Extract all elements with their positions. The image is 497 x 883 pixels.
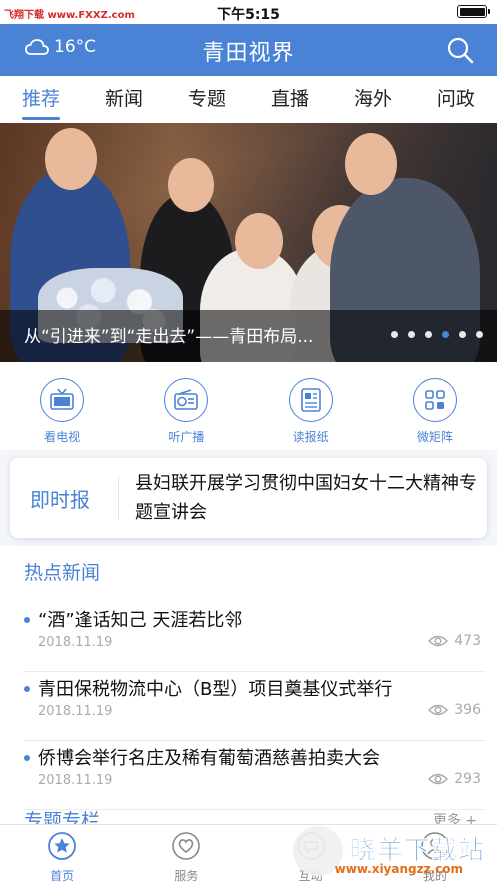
radio-icon bbox=[164, 378, 209, 422]
carousel-dot[interactable] bbox=[408, 331, 415, 338]
carousel-dots bbox=[391, 331, 483, 338]
status-time: 下午5:15 bbox=[217, 7, 280, 23]
bullet-dot bbox=[24, 755, 30, 761]
quick-menu: 看电视 听广播 读报纸 微矩阵 bbox=[0, 362, 497, 450]
news-title: “酒”逢话知己 天涯若比邻 bbox=[38, 610, 243, 631]
news-item[interactable]: 青田保税物流中心（B型）项目奠基仪式举行 2018.11.19 396 bbox=[0, 673, 497, 741]
view-count: 396 bbox=[428, 702, 481, 718]
quick-item-tv[interactable]: 看电视 bbox=[22, 378, 102, 450]
hot-news-title: 热点新闻 bbox=[24, 562, 101, 584]
search-icon[interactable] bbox=[445, 35, 475, 65]
quick-item-newspaper[interactable]: 读报纸 bbox=[271, 378, 351, 450]
banner-caption: 从“引进来”到“走出去”——青田布局... bbox=[24, 327, 314, 347]
quick-item-matrix[interactable]: 微矩阵 bbox=[395, 378, 475, 450]
news-date: 2018.11.19 bbox=[38, 704, 113, 719]
nav-services[interactable]: 服务 bbox=[124, 825, 248, 883]
newspaper-icon bbox=[288, 378, 333, 422]
quick-label: 听广播 bbox=[168, 430, 205, 444]
quick-label: 读报纸 bbox=[292, 430, 329, 444]
banner-caption-bar: 从“引进来”到“走出去”——青田布局... bbox=[0, 310, 497, 362]
nav-home[interactable]: 首页 bbox=[0, 825, 124, 883]
tv-icon bbox=[40, 378, 85, 422]
status-bar: 飞翔下载 www.FXXZ.com 下午5:15 bbox=[0, 0, 497, 24]
flash-news-label: 即时报 bbox=[30, 488, 90, 512]
carousel-dot[interactable] bbox=[476, 331, 483, 338]
news-title: 侨博会举行名庄及稀有葡萄酒慈善拍卖大会 bbox=[38, 748, 380, 769]
banner-carousel[interactable]: 从“引进来”到“走出去”——青田布局... bbox=[0, 123, 497, 362]
quick-item-radio[interactable]: 听广播 bbox=[146, 378, 226, 450]
tab-news[interactable]: 新闻 bbox=[105, 76, 143, 123]
watermark-sub: www.xiyangzz.com bbox=[334, 862, 463, 876]
carousel-dot-active[interactable] bbox=[442, 331, 449, 338]
tab-recommend[interactable]: 推荐 bbox=[22, 76, 61, 123]
divider bbox=[118, 476, 119, 520]
view-count-value: 396 bbox=[454, 702, 481, 718]
news-item[interactable]: “酒”逢话知己 天涯若比邻 2018.11.19 473 bbox=[0, 604, 497, 672]
tab-topics[interactable]: 专题 bbox=[188, 76, 226, 123]
view-count: 473 bbox=[428, 633, 481, 649]
app-screen: 飞翔下载 www.FXXZ.com 下午5:15 16°C 青田视界 推荐 新闻… bbox=[0, 0, 497, 883]
carousel-dot[interactable] bbox=[459, 331, 466, 338]
grid-icon bbox=[412, 378, 457, 422]
hot-news-section: 热点新闻 “酒”逢话知己 天涯若比邻 2018.11.19 473 青田保税物流… bbox=[0, 546, 497, 836]
news-item[interactable]: 侨博会举行名庄及稀有葡萄酒慈善拍卖大会 2018.11.19 293 bbox=[0, 742, 497, 810]
quick-label: 看电视 bbox=[44, 430, 81, 444]
battery-icon bbox=[457, 5, 490, 18]
tab-politics[interactable]: 问政 bbox=[437, 76, 475, 123]
nav-label: 首页 bbox=[50, 869, 75, 883]
news-date: 2018.11.19 bbox=[38, 773, 113, 788]
photo-face bbox=[168, 158, 214, 212]
photo-face bbox=[235, 213, 283, 269]
view-count: 293 bbox=[428, 771, 481, 787]
quick-label: 微矩阵 bbox=[416, 430, 453, 444]
carousel-dot[interactable] bbox=[391, 331, 398, 338]
photo-face bbox=[345, 133, 397, 195]
eye-icon bbox=[428, 704, 449, 716]
news-title: 青田保税物流中心（B型）项目奠基仪式举行 bbox=[38, 679, 393, 700]
news-date: 2018.11.19 bbox=[38, 635, 113, 650]
flash-news-card[interactable]: 即时报 县妇联开展学习贯彻中国妇女十二大精神专题宣讲会 bbox=[10, 458, 487, 538]
watermark-bottom: 晓羊下载站 www.xiyangzz.com bbox=[293, 826, 493, 882]
star-icon bbox=[48, 832, 77, 860]
eye-icon bbox=[428, 773, 449, 785]
app-title: 青田视界 bbox=[202, 41, 295, 66]
nav-label: 服务 bbox=[174, 869, 199, 883]
photo-face bbox=[45, 128, 97, 190]
category-tabs: 推荐 新闻 专题 直播 海外 问政 bbox=[0, 76, 497, 123]
app-header: 16°C 青田视界 bbox=[0, 24, 497, 76]
view-count-value: 293 bbox=[454, 771, 481, 787]
carousel-dot[interactable] bbox=[425, 331, 432, 338]
tab-overseas[interactable]: 海外 bbox=[354, 76, 392, 123]
eye-icon bbox=[428, 635, 449, 647]
heart-icon bbox=[172, 832, 201, 860]
bullet-dot bbox=[24, 617, 30, 623]
bullet-dot bbox=[24, 686, 30, 692]
tab-live[interactable]: 直播 bbox=[271, 76, 309, 123]
flash-news-text: 县妇联开展学习贯彻中国妇女十二大精神专题宣讲会 bbox=[135, 473, 477, 523]
view-count-value: 473 bbox=[454, 633, 481, 649]
